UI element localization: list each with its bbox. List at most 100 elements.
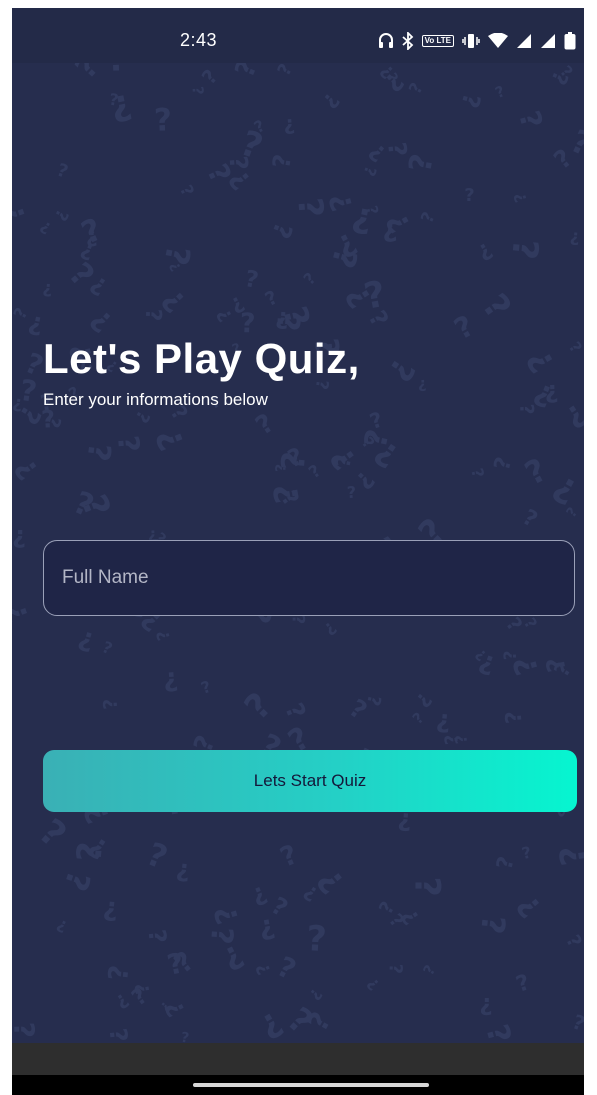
pattern-glyph: ? — [363, 306, 394, 331]
pattern-glyph: ? — [455, 90, 486, 111]
pattern-glyph: ? — [474, 287, 518, 327]
pattern-glyph: ? — [320, 617, 340, 639]
pattern-glyph: ¿ — [215, 934, 247, 974]
full-name-field — [43, 540, 575, 616]
page-title: Let's Play Quiz, — [43, 335, 360, 382]
pattern-glyph: ? — [479, 992, 492, 1018]
pattern-glyph: ? — [265, 481, 307, 507]
pattern-glyph: ¿ — [12, 521, 26, 549]
pattern-glyph: ? — [502, 710, 528, 724]
pattern-glyph: ¿ — [199, 679, 214, 700]
pattern-glyph: ¿ — [555, 63, 575, 82]
pattern-glyph: ? — [375, 898, 400, 918]
pattern-glyph: ? — [418, 376, 427, 394]
pattern-glyph: ? — [546, 467, 583, 512]
pattern-glyph: ? — [156, 998, 173, 1015]
pattern-glyph: ? — [305, 919, 327, 960]
pattern-glyph: ? — [276, 487, 304, 512]
pattern-glyph: ? — [363, 974, 383, 994]
pattern-glyph: ? — [167, 259, 185, 273]
pattern-glyph: ? — [519, 343, 562, 379]
pattern-glyph: ? — [493, 82, 508, 102]
pattern-glyph: ? — [305, 985, 326, 1004]
pattern-glyph: ? — [274, 450, 313, 472]
pattern-glyph: ? — [108, 90, 120, 110]
pattern-glyph: ¿ — [87, 268, 114, 299]
pattern-glyph: ? — [501, 613, 527, 636]
pattern-glyph: ? — [248, 880, 271, 911]
pattern-glyph: ? — [224, 155, 254, 172]
start-quiz-button[interactable]: Lets Start Quiz — [43, 750, 577, 812]
pattern-glyph: ? — [153, 628, 175, 643]
pattern-glyph: ? — [275, 305, 290, 332]
pattern-glyph: ? — [164, 946, 187, 982]
pattern-glyph: ? — [565, 338, 584, 356]
pattern-glyph: ¿ — [520, 845, 533, 866]
pattern-glyph: ¿ — [362, 277, 390, 321]
pattern-glyph: ? — [324, 440, 364, 475]
pattern-glyph: ? — [569, 1009, 584, 1036]
pattern-glyph: ? — [510, 888, 548, 924]
pattern-glyph: ? — [378, 67, 409, 97]
pattern-glyph: ? — [197, 65, 223, 90]
pattern-glyph: ¿ — [73, 841, 115, 864]
pattern-glyph: ? — [162, 665, 179, 696]
pattern-glyph: ? — [61, 255, 102, 294]
pattern-glyph: ¿ — [170, 947, 201, 981]
pattern-glyph: ? — [322, 190, 359, 215]
pattern-glyph: ? — [12, 599, 36, 627]
pattern-glyph: ¿ — [214, 304, 239, 325]
pattern-glyph: ? — [376, 60, 398, 82]
pattern-glyph: ? — [208, 902, 246, 928]
pattern-glyph: ? — [79, 441, 117, 464]
pattern-glyph: ? — [346, 483, 356, 502]
pattern-glyph: ¿ — [157, 280, 194, 317]
pattern-glyph: ? — [156, 242, 198, 268]
pattern-glyph: ? — [382, 141, 412, 158]
pattern-glyph: ? — [464, 185, 474, 206]
pattern-glyph: ? — [323, 245, 365, 273]
pattern-glyph: ? — [175, 857, 192, 886]
pattern-glyph: ? — [223, 164, 257, 196]
pattern-glyph: ? — [407, 877, 447, 897]
pattern-glyph: ¿ — [12, 305, 33, 323]
home-indicator[interactable] — [193, 1083, 429, 1087]
pattern-glyph: ? — [381, 215, 399, 246]
pattern-glyph: ? — [363, 204, 382, 217]
pattern-glyph: ? — [50, 206, 72, 224]
pattern-glyph: ¿ — [234, 126, 267, 171]
pattern-glyph: ? — [513, 970, 533, 998]
pattern-glyph: ? — [515, 403, 537, 415]
pattern-glyph: ? — [266, 219, 298, 243]
signal-icon — [516, 33, 532, 49]
pattern-glyph: ? — [411, 688, 437, 712]
pattern-glyph: ? — [36, 217, 54, 238]
full-name-input[interactable] — [62, 541, 552, 614]
pattern-glyph: ¿ — [521, 454, 555, 496]
pattern-glyph: ? — [492, 854, 519, 872]
pattern-glyph: ? — [68, 485, 99, 525]
pattern-glyph: ¿ — [110, 987, 131, 1011]
pattern-glyph: ? — [409, 709, 428, 728]
pattern-glyph: ? — [435, 707, 452, 737]
question-mark-pattern: ?¿???¿???¿???¿???¿???¿???¿???¿???¿???¿??… — [12, 39, 584, 1043]
pattern-glyph: ? — [349, 198, 376, 241]
pattern-glyph: ¿ — [365, 137, 392, 166]
pattern-glyph: ? — [318, 88, 344, 113]
pattern-glyph: ¿ — [348, 464, 378, 493]
pattern-glyph: ? — [384, 910, 408, 932]
pattern-glyph: ? — [251, 408, 280, 441]
pattern-glyph: ? — [330, 454, 356, 470]
pattern-glyph: ? — [54, 160, 71, 183]
pattern-glyph: ? — [507, 652, 546, 679]
pattern-glyph: ? — [283, 114, 296, 139]
bluetooth-icon — [402, 32, 414, 50]
pattern-glyph: ? — [12, 200, 34, 228]
pattern-glyph: ? — [518, 505, 542, 533]
pattern-glyph: ¿ — [330, 223, 361, 262]
signal-icon — [540, 33, 556, 49]
pattern-glyph: ¿ — [552, 659, 579, 682]
pattern-glyph: ¿ — [225, 289, 247, 316]
pattern-glyph: ? — [256, 912, 277, 945]
pattern-glyph: ¿ — [128, 984, 153, 1012]
